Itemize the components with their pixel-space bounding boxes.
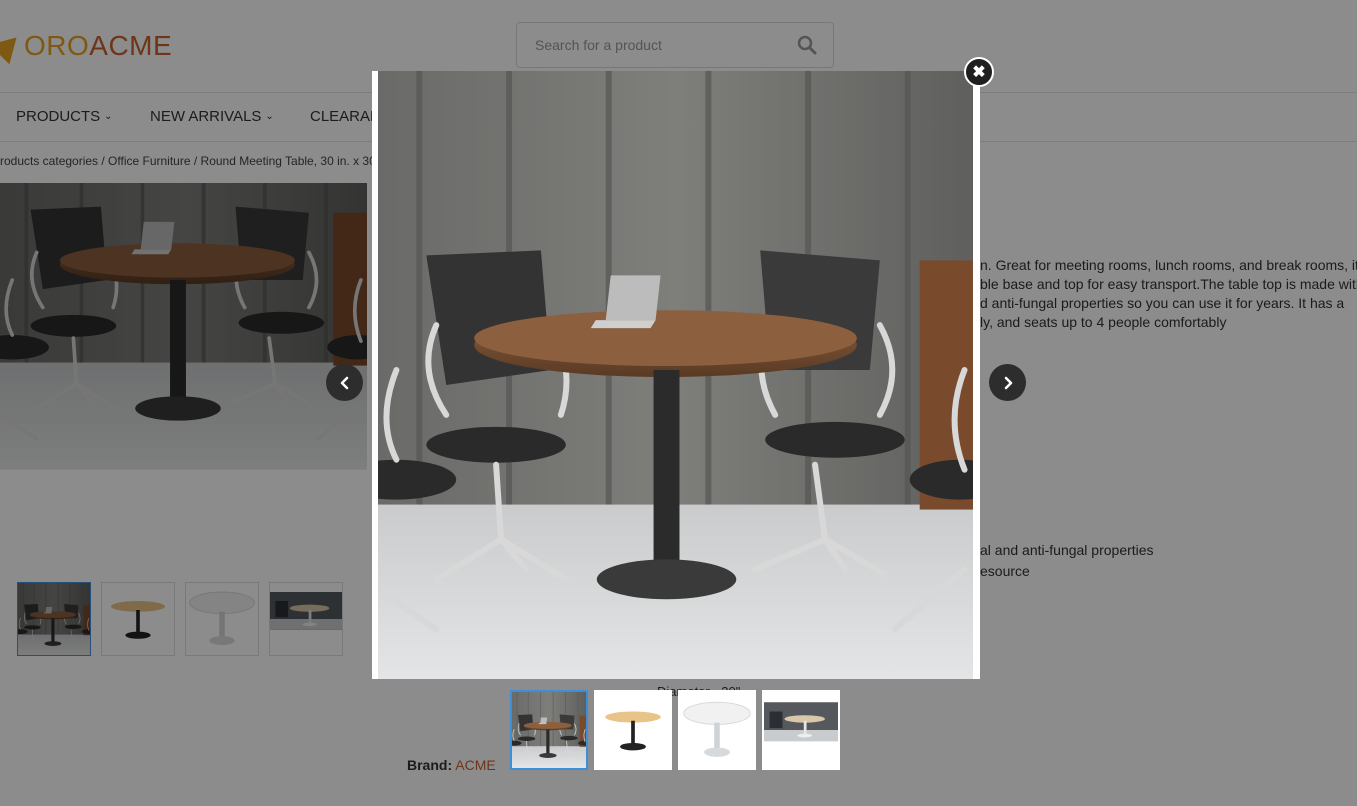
next-image-button[interactable] <box>989 364 1026 401</box>
lightbox-image <box>378 71 973 679</box>
prev-image-button[interactable] <box>326 364 363 401</box>
lightbox-image-frame <box>372 71 980 679</box>
chevron-right-icon <box>1004 376 1012 389</box>
lightbox-thumbnail[interactable] <box>510 690 588 770</box>
close-button[interactable]: ✖ <box>964 57 994 87</box>
lightbox-thumbnail[interactable] <box>762 690 840 770</box>
chevron-left-icon <box>340 376 348 389</box>
lightbox-photo <box>378 71 973 679</box>
lightbox-thumbnail[interactable] <box>594 690 672 770</box>
lightbox-thumbnails <box>510 690 840 770</box>
lightbox-thumbnail[interactable] <box>678 690 756 770</box>
